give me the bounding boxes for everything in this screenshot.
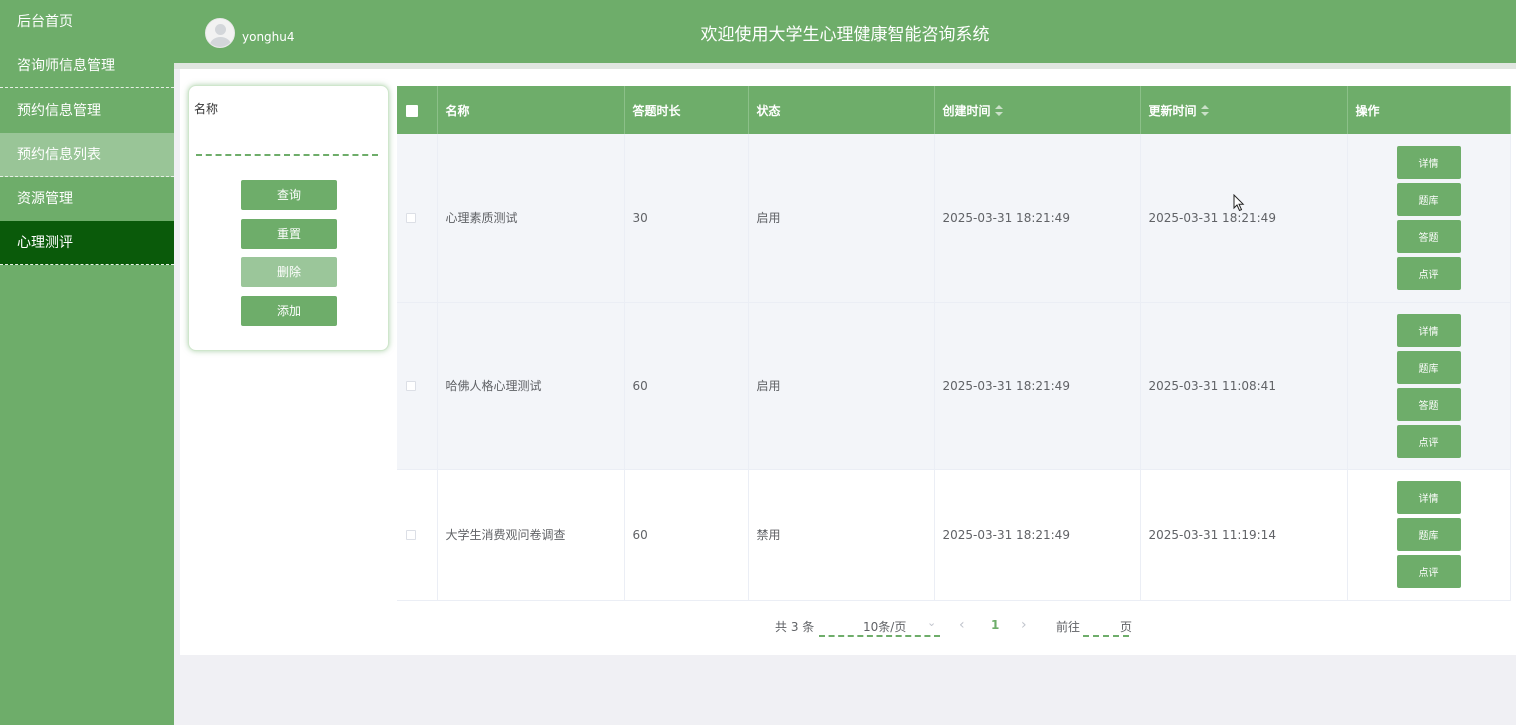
row-checkbox-cell (397, 134, 438, 303)
question-bank-button[interactable]: 题库 (1396, 182, 1461, 216)
column-header-created-label: 创建时间 (942, 103, 991, 118)
column-header-created[interactable]: 创建时间 (934, 86, 1141, 134)
sort-icon[interactable] (1200, 105, 1209, 117)
page-size-select[interactable]: 10条/页 ⌄ (819, 615, 940, 637)
review-button[interactable]: 点评 (1396, 256, 1461, 290)
cell-created: 2025-03-31 18:21:49 (934, 469, 1141, 601)
detail-button[interactable]: 详情 (1396, 145, 1461, 179)
column-header-status: 状态 (748, 86, 935, 134)
mouse-cursor-icon (1233, 194, 1245, 212)
cell-name: 心理素质测试 (437, 134, 625, 303)
cell-duration: 60 (624, 469, 749, 601)
pagination-total: 共 3 条 (775, 620, 815, 634)
assessment-table: 名称 答题时长 状态 创建时间 更新时间 操作 心理素质测试 30 启用 202… (397, 86, 1511, 601)
sort-icon[interactable] (994, 105, 1003, 117)
chevron-down-icon: ⌄ (927, 616, 937, 629)
name-search-input[interactable] (196, 134, 378, 156)
page-size-value: 10条/页 (863, 620, 907, 634)
add-button[interactable]: 添加 (241, 296, 337, 326)
cell-updated: 2025-03-31 18:21:49 (1140, 134, 1348, 303)
chevron-left-icon[interactable]: ‹ (959, 617, 965, 633)
search-panel: 名称 查询 重置 删除 添加 (188, 85, 389, 351)
cell-name: 哈佛人格心理测试 (437, 302, 625, 470)
column-header-duration: 答题时长 (624, 86, 749, 134)
sidebar-item-psych-assessment[interactable]: 心理测评 (0, 221, 174, 265)
cell-name: 大学生消费观问卷调查 (437, 469, 625, 601)
answer-button[interactable]: 答题 (1396, 219, 1461, 253)
row-actions: 详情 题库 点评 (1356, 481, 1510, 588)
row-checkbox[interactable] (406, 530, 416, 540)
review-button[interactable]: 点评 (1396, 424, 1461, 458)
cell-status: 启用 (748, 302, 935, 470)
cell-ops: 详情 题库 答题 点评 (1347, 302, 1511, 470)
cell-duration: 30 (624, 134, 749, 303)
table-row: 哈佛人格心理测试 60 启用 2025-03-31 18:21:49 2025-… (397, 302, 1511, 470)
row-checkbox[interactable] (406, 381, 416, 391)
cell-created: 2025-03-31 18:21:49 (934, 134, 1141, 303)
row-actions: 详情 题库 答题 点评 (1356, 313, 1510, 458)
row-actions: 详情 题库 答题 点评 (1356, 145, 1510, 290)
column-header-updated[interactable]: 更新时间 (1140, 86, 1348, 134)
row-checkbox[interactable] (406, 213, 416, 224)
goto-prefix: 前往 (1056, 620, 1081, 634)
table-header-row: 名称 答题时长 状态 创建时间 更新时间 操作 (397, 86, 1511, 134)
reset-button[interactable]: 重置 (241, 219, 337, 249)
table-row: 心理素质测试 30 启用 2025-03-31 18:21:49 2025-03… (397, 134, 1511, 303)
query-button[interactable]: 查询 (241, 180, 337, 210)
question-bank-button[interactable]: 题库 (1396, 518, 1461, 551)
name-label: 名称 (194, 102, 219, 116)
column-header-ops: 操作 (1347, 86, 1511, 134)
review-button[interactable]: 点评 (1396, 555, 1461, 588)
page-number-current[interactable]: 1 (991, 618, 999, 632)
detail-button[interactable]: 详情 (1396, 481, 1461, 514)
column-header-updated-label: 更新时间 (1148, 103, 1197, 118)
table-row: 大学生消费观问卷调查 60 禁用 2025-03-31 18:21:49 202… (397, 469, 1511, 601)
cell-status: 禁用 (748, 469, 935, 601)
goto-suffix: 页 (1120, 620, 1133, 634)
select-all-cell (397, 86, 438, 134)
column-header-name: 名称 (437, 86, 625, 134)
row-checkbox-cell (397, 469, 438, 601)
top-header: yonghu4 欢迎使用大学生心理健康智能咨询系统 (174, 0, 1516, 63)
sidebar-item-home[interactable]: 后台首页 (0, 0, 174, 44)
question-bank-button[interactable]: 题库 (1396, 350, 1461, 384)
site-title: 欢迎使用大学生心理健康智能咨询系统 (700, 25, 990, 45)
cell-updated: 2025-03-31 11:19:14 (1140, 469, 1348, 601)
cell-ops: 详情 题库 点评 (1347, 469, 1511, 601)
sidebar-item-appointment-management[interactable]: 预约信息管理 (0, 89, 174, 133)
sidebar-item-resource-management[interactable]: 资源管理 (0, 177, 174, 221)
sidebar-item-appointment-list[interactable]: 预约信息列表 (0, 133, 174, 177)
sidebar-item-counselor-info[interactable]: 咨询师信息管理 (0, 44, 174, 88)
cell-status: 启用 (748, 134, 935, 303)
select-all-checkbox[interactable] (406, 104, 418, 117)
cell-ops: 详情 题库 答题 点评 (1347, 134, 1511, 303)
cell-duration: 60 (624, 302, 749, 470)
chevron-right-icon[interactable]: › (1021, 617, 1027, 633)
cell-updated: 2025-03-31 11:08:41 (1140, 302, 1348, 470)
delete-button[interactable]: 删除 (241, 257, 337, 287)
row-checkbox-cell (397, 302, 438, 470)
pagination: 共 3 条 10条/页 ⌄ ‹ 1 › 前往 页 (0, 615, 1516, 637)
answer-button[interactable]: 答题 (1396, 387, 1461, 421)
detail-button[interactable]: 详情 (1396, 313, 1461, 347)
cell-created: 2025-03-31 18:21:49 (934, 302, 1141, 470)
